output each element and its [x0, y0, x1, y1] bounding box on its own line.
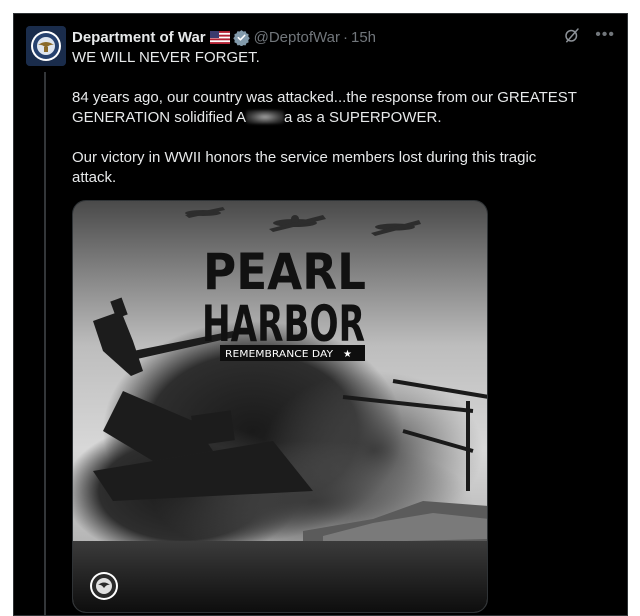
post-image[interactable]: PEARL HARBOR REMEMBRANCE DAY ★: [72, 200, 488, 613]
post-paragraph-2-end: a as a SUPERPOWER.: [283, 109, 442, 126]
author-name[interactable]: Department of War: [72, 29, 206, 46]
post-text: WE WILL NEVER FORGET. 84 years ago, our …: [72, 48, 582, 188]
redaction-blur: [245, 110, 284, 124]
poster-title-line-2: HARBOR: [202, 295, 365, 353]
poster-title-line-1: PEARL: [203, 243, 366, 301]
verified-badge-icon: [232, 29, 250, 46]
post-actions: •••: [563, 26, 615, 44]
post-paragraph-2: 84 years ago, our country was attacked..…: [72, 88, 582, 128]
star-icon: ★: [343, 349, 352, 360]
post-time[interactable]: 15h: [351, 29, 376, 46]
post-paragraph-3: Our victory in WWII honors the service m…: [72, 149, 537, 186]
avatar[interactable]: [26, 26, 66, 66]
author-handle[interactable]: @DeptofWar: [254, 29, 340, 46]
separator-dot: ·: [343, 28, 348, 46]
poster-seal-icon: [90, 572, 118, 600]
us-flag-icon: [209, 30, 230, 44]
post-header: Department of War @DeptofWar · 15h: [72, 26, 376, 48]
post-card[interactable]: Department of War @DeptofWar · 15h ••• W…: [14, 14, 627, 616]
poster-subtitle: REMEMBRANCE DAY: [225, 349, 334, 360]
grok-icon[interactable]: [563, 26, 581, 44]
pearl-harbor-poster: PEARL HARBOR REMEMBRANCE DAY ★: [73, 201, 487, 612]
post-line-1: WE WILL NEVER FORGET.: [72, 49, 260, 66]
post-frame: Department of War @DeptofWar · 15h ••• W…: [13, 13, 628, 616]
more-options-icon[interactable]: •••: [595, 26, 615, 44]
thread-line: [44, 72, 46, 616]
department-seal-icon: [26, 26, 66, 66]
